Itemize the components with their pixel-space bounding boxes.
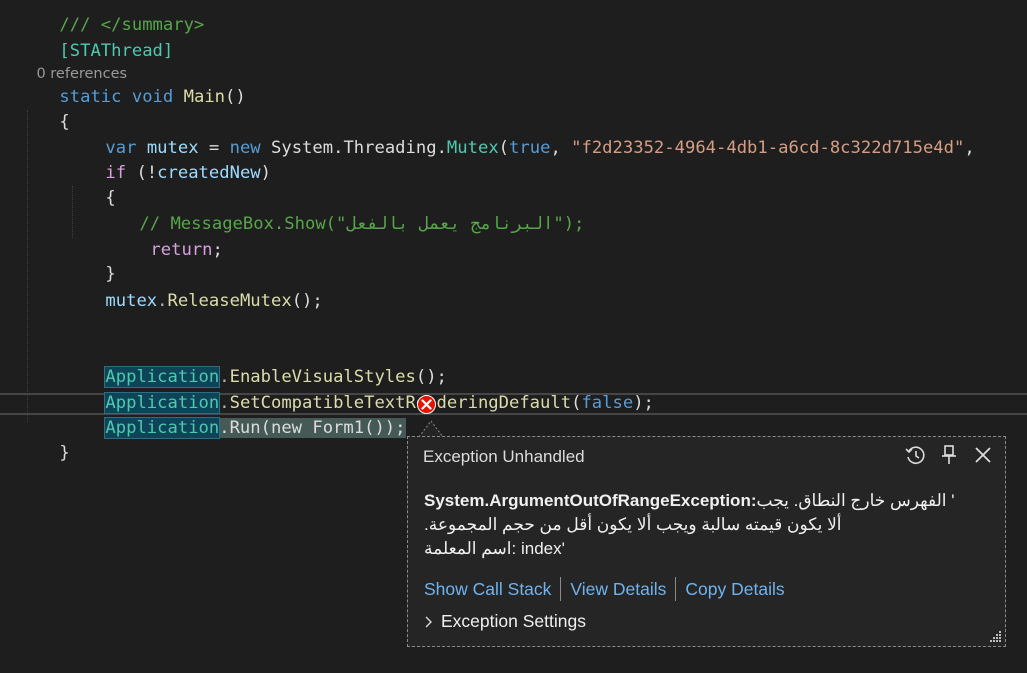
link-separator [675, 577, 677, 601]
view-details-link[interactable]: View Details [570, 579, 666, 600]
dot: . [157, 291, 168, 311]
history-icon[interactable] [903, 443, 927, 467]
guid-string: "f2d23352-4964-4db1-a6cd-8c322d715e4d" [571, 138, 965, 158]
resize-grip-icon[interactable] [988, 629, 1002, 643]
call-suffix: ); [633, 393, 654, 413]
type-mutex: Mutex [446, 138, 499, 158]
copy-details-link[interactable]: Copy Details [685, 579, 784, 600]
code-editor[interactable]: /// </summary> [STAThread] 0 references … [0, 0, 1027, 673]
error-icon[interactable] [417, 395, 436, 414]
exception-helper-popup: Exception Unhandled System.ArgumentOutOf… [407, 436, 1006, 647]
code-line-summary[interactable]: /// </summary> [18, 0, 204, 35]
if-close: ) [260, 163, 271, 183]
show-call-stack-link[interactable]: Show Call Stack [424, 579, 551, 600]
exception-message-line2: .ألا يكون قيمته سالبة ويجب ألا يكون أقل … [424, 515, 842, 534]
call-suffix: (); [291, 291, 323, 311]
code-line-attribute[interactable]: [STAThread] [18, 14, 173, 61]
exception-message: System.ArgumentOutOfRangeException: ' ال… [424, 489, 984, 561]
keyword-return: return [150, 240, 213, 260]
code-line-set-compatible[interactable]: Application.SetCompatibleTextRenderingDe… [64, 366, 654, 414]
exception-type: System.ArgumentOutOfRangeException: [424, 491, 757, 510]
open-paren: ( [571, 393, 582, 413]
code-line-return[interactable]: return; [109, 213, 222, 260]
main-parens: () [225, 87, 246, 107]
namespace-text: System.Threading. [260, 138, 447, 158]
variable-created-new: createdNew [157, 163, 261, 183]
code-line-comment-messagebox[interactable]: // MessageBox.Show("البرنامج يعمل بالفعل… [98, 187, 584, 234]
if-open: (! [126, 163, 158, 183]
type-application: Application [104, 417, 221, 439]
code-line-main-signature[interactable]: static void Main() [18, 60, 245, 107]
close-icon[interactable] [971, 443, 995, 467]
code-line-application-run[interactable]: Application.Run(new Form1()); [64, 391, 406, 439]
pin-icon[interactable] [937, 443, 961, 467]
comma: , [550, 138, 572, 158]
keyword-void: void [131, 87, 174, 107]
current-statement: Application.Run(new Form1()); [104, 417, 406, 439]
method-main: Main [183, 87, 226, 107]
code-line-mutex[interactable]: var mutex = new System.Threading.Mutex(t… [64, 111, 985, 158]
exception-settings-label: Exception Settings [441, 611, 586, 631]
open-paren: ( [498, 138, 510, 158]
link-separator [560, 577, 562, 601]
exception-title: Exception Unhandled [423, 447, 585, 466]
code-line-inner-open-brace[interactable]: { [64, 161, 115, 208]
keyword-false: false [581, 393, 634, 413]
method-release-mutex: ReleaseMutex [167, 291, 292, 311]
exception-links: Show Call Stack View Details Copy Detail… [424, 577, 785, 601]
exception-message-line3: اسم المعلمة: index' [424, 539, 565, 558]
trailing-comma: , [964, 138, 986, 158]
code-line-open-brace[interactable]: { [18, 85, 69, 132]
popup-pointer [418, 420, 444, 438]
popup-actions [903, 443, 995, 467]
variable-mutex: mutex [105, 291, 158, 311]
code-line-release-mutex[interactable]: mutex.ReleaseMutex(); [64, 264, 322, 311]
close-brace: } [59, 443, 70, 463]
code-line-enable-visual-styles[interactable]: Application.EnableVisualStyles(); [64, 340, 447, 388]
exception-settings-toggle[interactable]: Exception Settings [425, 611, 586, 632]
code-line-close-brace[interactable]: } [18, 416, 69, 463]
exception-message-line1: ' الفهرس خارج النطاق. يجب [756, 491, 960, 510]
return-semicolon: ; [212, 240, 223, 260]
code-line-inner-close-brace[interactable]: } [64, 237, 115, 284]
code-line-if[interactable]: if (!createdNew) [64, 136, 271, 183]
keyword-true: true [509, 138, 551, 158]
run-call: .Run(new Form1()); [219, 418, 406, 438]
chevron-right-icon [425, 616, 432, 627]
